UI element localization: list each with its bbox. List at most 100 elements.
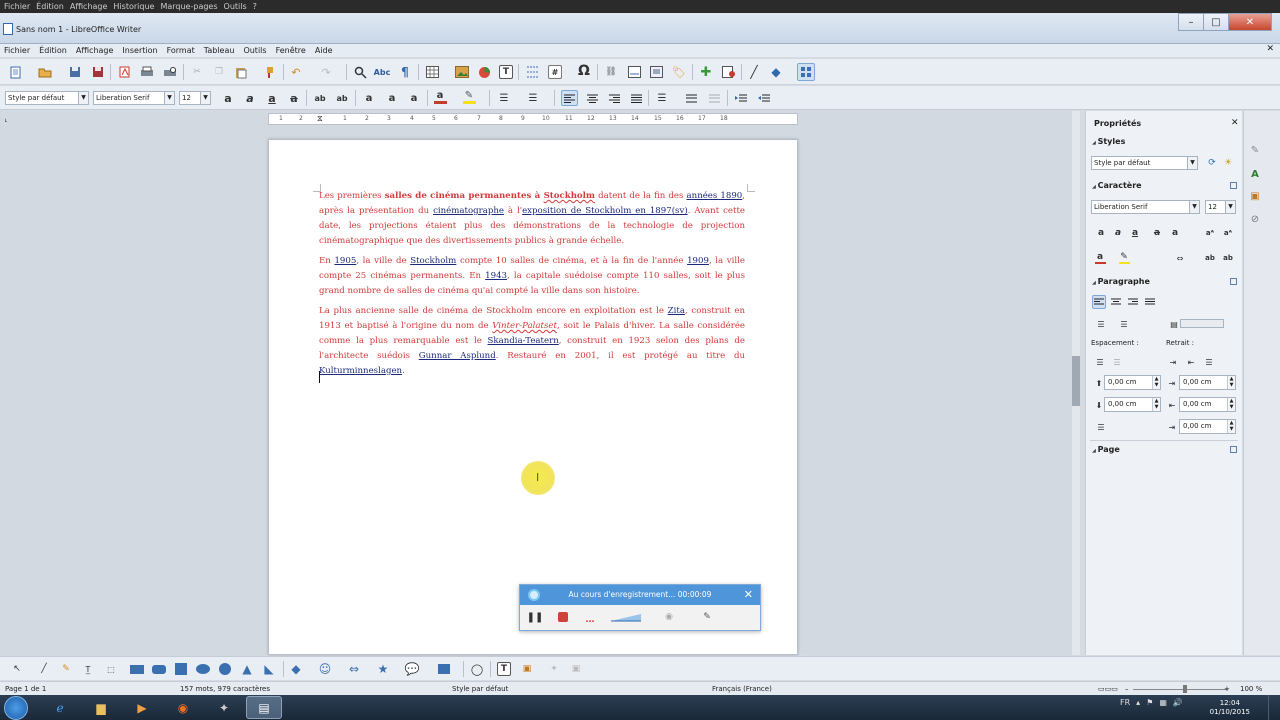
sidebar-bullets-icon[interactable]: ☰ <box>1094 317 1108 331</box>
close-document-icon[interactable]: ✕ <box>1266 44 1274 54</box>
clear-formatting-icon[interactable]: a <box>407 91 421 105</box>
basic-shapes-menu-icon[interactable]: ◆ <box>289 662 303 676</box>
superscript-icon[interactable]: ab <box>313 91 327 105</box>
highlight-color-icon[interactable]: ✎ <box>462 90 476 104</box>
find-replace-icon[interactable] <box>353 65 367 79</box>
more-options-icon[interactable] <box>1230 278 1237 285</box>
minimize-button[interactable]: – <box>1178 13 1204 31</box>
sidebar-hanging-indent-icon[interactable]: ☰ <box>1202 355 1216 369</box>
properties-deck-icon[interactable]: ✎ <box>1247 142 1263 158</box>
hyperlink[interactable]: 1905 <box>334 256 356 266</box>
align-center-icon[interactable] <box>585 91 599 105</box>
insert-annotation-icon[interactable]: ◯ <box>470 662 484 676</box>
spellcheck-icon[interactable]: Abc <box>374 65 391 79</box>
sidebar-font-size-combo[interactable]: 12 ▼ <box>1205 200 1236 214</box>
paragraph-style-combo[interactable]: Style par défaut ▼ <box>5 91 89 105</box>
status-style[interactable]: Style par défaut <box>452 685 508 693</box>
clock[interactable]: 12:04 01/10/2015 <box>1210 699 1250 717</box>
close-window-button[interactable]: ✕ <box>1228 13 1272 31</box>
recorder-app-icon[interactable]: ✦ <box>206 696 242 719</box>
bold-icon[interactable]: a <box>221 91 235 105</box>
open-folder-icon[interactable] <box>38 65 52 79</box>
file-explorer-icon[interactable]: ▆ <box>83 696 119 719</box>
sidebar-increase-indent-icon[interactable]: ⇥ <box>1166 355 1180 369</box>
hyperlink[interactable]: 1943 <box>485 271 507 281</box>
page-section-header[interactable]: Page <box>1092 445 1120 454</box>
spinner-icon[interactable]: ▲ ▼ <box>1227 398 1235 411</box>
drawbar-textbox-icon[interactable]: T <box>497 662 511 676</box>
align-right-icon[interactable] <box>607 91 621 105</box>
more-options-icon[interactable] <box>1230 446 1237 453</box>
hyperlink-icon[interactable]: ⛓ <box>604 65 618 79</box>
word-count[interactable]: 157 mots, 979 caractères <box>180 685 270 693</box>
menu-aide[interactable]: Aide <box>315 46 333 55</box>
save-icon[interactable] <box>68 65 82 79</box>
view-layout-icon[interactable]: ▭▭▭ <box>1098 685 1118 693</box>
after-indent-field[interactable]: 0,00 cm ▲ ▼ <box>1179 397 1236 412</box>
tab-stop-selector[interactable]: ˪ <box>5 116 7 124</box>
footnote-icon[interactable] <box>627 65 641 79</box>
zoom-in-icon[interactable]: + <box>1224 685 1230 693</box>
menu-tableau[interactable]: Tableau <box>204 46 235 55</box>
font-name-combo[interactable]: Liberation Serif ▼ <box>93 91 175 105</box>
sidebar-underline-icon[interactable]: a <box>1128 226 1142 240</box>
indent-marker[interactable]: ⧖ <box>317 114 323 124</box>
more-options-icon[interactable] <box>1230 182 1237 189</box>
rectangle-icon[interactable] <box>130 662 144 676</box>
volume-icon[interactable]: 🔊 <box>1173 698 1183 707</box>
points-icon[interactable]: ✦ <box>547 662 561 676</box>
callouts-icon[interactable]: 💬 <box>405 662 420 676</box>
sidebar-font-color-icon[interactable]: a <box>1093 251 1107 265</box>
styles-deck-icon[interactable]: A <box>1247 166 1263 182</box>
insert-caption-icon[interactable] <box>649 65 663 79</box>
insert-field-icon[interactable]: # <box>548 65 562 79</box>
insert-page-break-icon[interactable] <box>525 65 539 79</box>
new-style-icon[interactable]: ☀ <box>1221 156 1235 170</box>
decrease-indent-icon[interactable] <box>757 91 771 105</box>
language-indicator[interactable]: FR <box>1120 698 1130 707</box>
undo-icon[interactable]: ↶ <box>289 65 303 79</box>
stop-record-icon[interactable] <box>556 610 570 624</box>
strikethrough-icon[interactable]: a <box>287 91 301 105</box>
flowchart-icon[interactable] <box>437 662 451 676</box>
sidebar-superscript-icon[interactable]: ab <box>1203 251 1217 265</box>
sidebar-align-center-icon[interactable] <box>1109 295 1123 309</box>
formatting-marks-icon[interactable]: ¶ <box>398 65 412 79</box>
justify-icon[interactable] <box>629 91 643 105</box>
below-spacing-field[interactable]: 0,00 cm ▲ ▼ <box>1104 397 1161 412</box>
audio-level-icon[interactable] <box>610 610 644 624</box>
symbol-shapes-icon[interactable]: ☺ <box>318 662 332 676</box>
save-as-icon[interactable] <box>91 65 105 79</box>
redo-icon[interactable]: ↷ <box>319 65 333 79</box>
zoom-out-icon[interactable]: – <box>1125 685 1129 693</box>
square-icon[interactable] <box>174 662 188 676</box>
start-button[interactable] <box>4 696 28 720</box>
insert-comment-icon[interactable]: ✚ <box>699 65 713 80</box>
fontwork-icon[interactable]: ▣ <box>520 662 534 676</box>
sidebar-background-icon[interactable]: ▤ <box>1167 317 1181 331</box>
print-preview-icon[interactable] <box>163 65 177 79</box>
sidebar-background-color-swatch[interactable] <box>1180 319 1224 328</box>
navigator-deck-icon[interactable]: ⊘ <box>1247 211 1263 227</box>
new-document-icon[interactable] <box>9 65 23 79</box>
insert-table-icon[interactable] <box>425 65 439 79</box>
callout-tool-icon[interactable]: ⬚ <box>104 662 118 676</box>
draw-line-icon[interactable]: ╱ <box>747 65 761 79</box>
tray-arrow-icon[interactable]: ▴ <box>1136 698 1140 707</box>
hyperlink[interactable]: Gunnar Asplund <box>419 351 496 361</box>
sidebar-subscript-icon[interactable]: ab <box>1221 251 1235 265</box>
draw-functions-icon[interactable] <box>797 63 815 81</box>
sidebar-italic-icon[interactable]: a <box>1111 226 1125 240</box>
underline-icon[interactable]: a <box>265 91 279 105</box>
decrease-paragraph-spacing-icon[interactable] <box>707 91 721 105</box>
hyperlink[interactable]: (sv) <box>672 206 688 216</box>
spinner-icon[interactable]: ▲ ▼ <box>1227 376 1235 389</box>
above-spacing-field[interactable]: 0,00 cm ▲ ▼ <box>1104 375 1161 390</box>
font-size-combo[interactable]: 12 ▼ <box>179 91 211 105</box>
outline-font-icon[interactable]: a <box>385 91 399 105</box>
copy-icon[interactable]: ❐ <box>212 65 226 79</box>
sidebar-increase-spacing-icon[interactable]: ☰ <box>1093 355 1107 369</box>
sidebar-bold-icon[interactable]: a <box>1094 226 1108 240</box>
libreoffice-writer-taskbar-icon[interactable]: ▤ <box>246 696 282 719</box>
insert-chart-icon[interactable] <box>477 65 491 79</box>
